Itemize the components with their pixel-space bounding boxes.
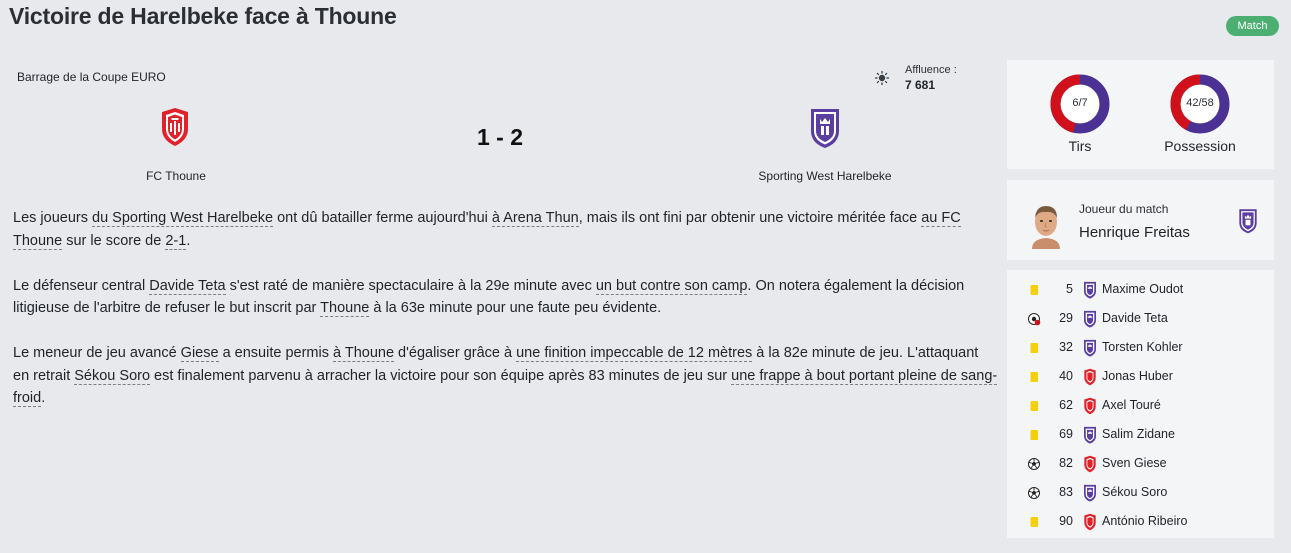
yellow-card-icon: [1027, 399, 1041, 413]
match-badge[interactable]: Match: [1226, 16, 1279, 36]
event-minute: 62: [1059, 398, 1073, 412]
event-player-name[interactable]: Sven Giese: [1102, 456, 1167, 470]
shots-value: 6/7: [1072, 97, 1088, 109]
away-team-name[interactable]: Sporting West Harelbeke: [725, 169, 925, 183]
home-crest-icon: [1083, 455, 1097, 473]
home-crest-icon[interactable]: [159, 107, 191, 147]
shots-label: Tirs: [1068, 138, 1092, 154]
away-crest-icon[interactable]: [809, 107, 841, 149]
report-link[interactable]: 2-1: [165, 232, 187, 250]
away-crest-icon: [1083, 426, 1097, 444]
report-link[interactable]: Thoune: [320, 300, 370, 317]
report-text: .: [186, 232, 191, 249]
match-event-row[interactable]: 62 Axel Touré: [1007, 392, 1274, 421]
home-team-name[interactable]: FC Thoune: [76, 169, 276, 183]
report-link[interactable]: un but contre son camp: [595, 277, 748, 295]
event-minute: 83: [1059, 485, 1073, 499]
match-event-row[interactable]: 29 Davide Teta: [1007, 305, 1274, 334]
event-minute: 69: [1059, 427, 1073, 441]
event-player-name[interactable]: Maxime Oudot: [1102, 282, 1183, 296]
motm-player-name[interactable]: Henrique Freitas: [1079, 224, 1190, 241]
report-text: .: [41, 390, 46, 406]
home-crest-icon: [1083, 397, 1097, 415]
event-player-name[interactable]: Davide Teta: [1102, 311, 1168, 325]
report-paragraph-1: Les joueurs du Sporting West Harelbeke o…: [13, 207, 998, 252]
goal-icon: [1027, 457, 1041, 471]
event-minute: 32: [1059, 340, 1073, 354]
own-goal-icon: [1027, 312, 1041, 326]
event-minute: 90: [1059, 514, 1073, 528]
report-text: a ensuite permis: [218, 345, 334, 361]
match-event-row[interactable]: 32 Torsten Kohler: [1007, 334, 1274, 363]
home-crest-icon: [1083, 368, 1097, 386]
report-link[interactable]: à Thoune: [333, 345, 395, 362]
event-player-name[interactable]: Jonas Huber: [1102, 369, 1173, 383]
report-text: Les joueurs: [13, 210, 92, 226]
report-text: s'est raté de manière spectaculaire à la…: [225, 277, 596, 294]
stats-panel: 6/7 Tirs 42/58 Possession: [1007, 60, 1274, 169]
report-paragraph-3: Le meneur de jeu avancé Giese a ensuite …: [13, 342, 998, 410]
home-crest-icon: [1083, 513, 1097, 531]
event-minute: 82: [1059, 456, 1073, 470]
report-link[interactable]: à Arena Thun: [491, 210, 579, 227]
match-event-row[interactable]: 90 António Ribeiro: [1007, 508, 1274, 537]
page-title: Victoire de Harelbeke face à Thoune: [9, 3, 397, 29]
report-text: d'égaliser grâce à: [394, 345, 517, 361]
event-player-name[interactable]: Axel Touré: [1102, 398, 1161, 412]
yellow-card-icon: [1027, 283, 1041, 297]
yellow-card-icon: [1027, 341, 1041, 355]
report-link[interactable]: du Sporting West Harelbeke: [92, 210, 274, 227]
motm-label: Joueur du match: [1079, 202, 1169, 216]
report-link[interactable]: une finition impeccable de 12 mètres: [516, 345, 753, 362]
report-text: à la 63e minute pour une faute peu évide…: [369, 300, 662, 316]
match-event-row[interactable]: 5 Maxime Oudot: [1007, 276, 1274, 305]
man-of-the-match-panel[interactable]: Joueur du match Henrique Freitas: [1007, 180, 1274, 260]
sun-icon: [874, 70, 890, 86]
match-score: 1 - 2: [476, 124, 524, 150]
event-player-name[interactable]: António Ribeiro: [1102, 514, 1187, 528]
event-minute: 5: [1066, 282, 1073, 296]
attendance-value: 7 681: [905, 78, 936, 92]
report-link[interactable]: Giese: [180, 345, 219, 362]
attendance-label: Affluence :: [905, 64, 957, 76]
match-event-row[interactable]: 69 Salim Zidane: [1007, 421, 1274, 450]
yellow-card-icon: [1027, 428, 1041, 442]
possession-label: Possession: [1164, 138, 1236, 154]
event-minute: 40: [1059, 369, 1073, 383]
event-player-name[interactable]: Salim Zidane: [1102, 427, 1175, 441]
report-text: , mais ils ont fini par obtenir une vict…: [578, 210, 922, 226]
match-events-panel: 5 Maxime Oudot 29 Davide Teta 32 Torsten Kohl…: [1007, 270, 1274, 538]
match-event-row[interactable]: 40 Jonas Huber: [1007, 363, 1274, 392]
competition-name[interactable]: Barrage de la Coupe EURO: [17, 70, 166, 84]
match-event-row[interactable]: 82 Sven Giese: [1007, 450, 1274, 479]
possession-value: 42/58: [1186, 97, 1214, 109]
away-crest-icon: [1083, 339, 1097, 357]
report-text: Le meneur de jeu avancé: [13, 345, 181, 361]
event-minute: 29: [1059, 311, 1073, 325]
goal-icon: [1027, 486, 1041, 500]
match-report: Les joueurs du Sporting West Harelbeke o…: [13, 207, 998, 432]
yellow-card-icon: [1027, 370, 1041, 384]
report-link[interactable]: Sékou Soro: [74, 367, 151, 385]
away-crest-icon: [1083, 281, 1097, 299]
away-crest-icon: [1239, 209, 1257, 234]
away-crest-icon: [1083, 484, 1097, 502]
report-link[interactable]: Davide Teta: [149, 277, 226, 295]
player-photo: [1032, 206, 1060, 249]
away-crest-icon: [1083, 310, 1097, 328]
report-paragraph-2: Le défenseur central Davide Teta s'est r…: [13, 275, 998, 320]
yellow-card-icon: [1027, 515, 1041, 529]
match-event-row[interactable]: 83 Sékou Soro: [1007, 479, 1274, 508]
report-text: Le défenseur central: [13, 277, 150, 294]
event-player-name[interactable]: Torsten Kohler: [1102, 340, 1183, 354]
report-text: sur le score de: [62, 232, 166, 249]
report-text: ont dû batailler ferme aujourd'hui: [273, 210, 492, 226]
event-player-name[interactable]: Sékou Soro: [1102, 485, 1167, 499]
report-text: est finalement parvenu à arracher la vic…: [150, 367, 732, 384]
